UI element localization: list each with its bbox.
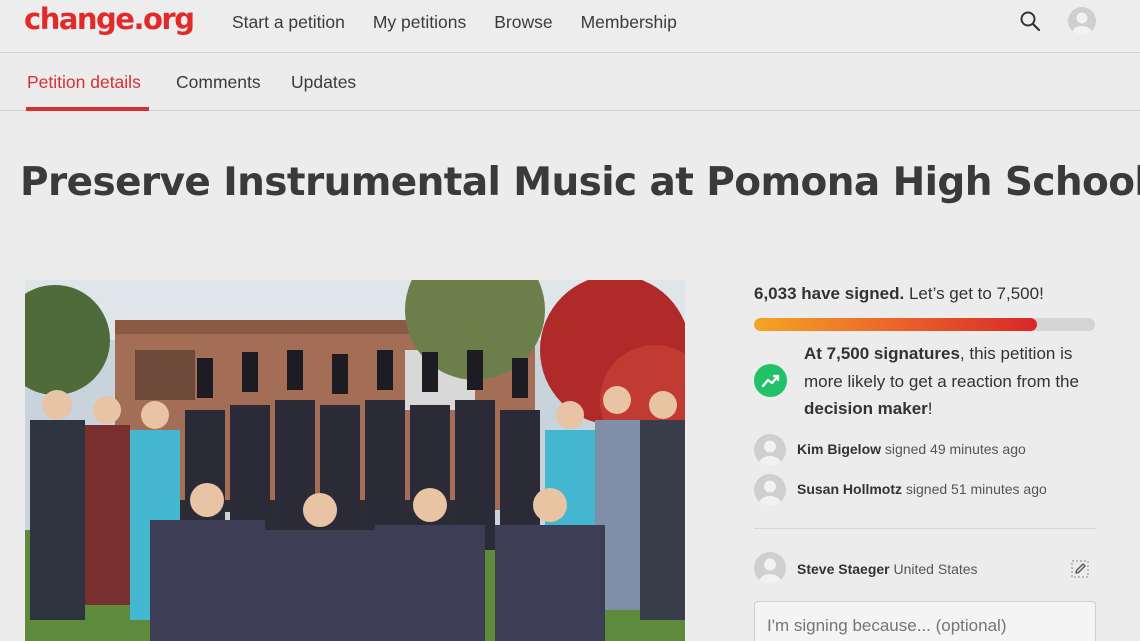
recent-signer: Susan Hollmotz signed 51 minutes ago — [754, 474, 1096, 506]
user-name: Steve Staeger — [797, 561, 890, 577]
signer-time: signed 49 minutes ago — [881, 441, 1026, 457]
petition-title: Preserve Instrumental Music at Pomona Hi… — [20, 160, 1140, 205]
user-avatar-icon[interactable] — [1068, 7, 1096, 35]
recent-signer-text: Susan Hollmotz signed 51 minutes ago — [797, 481, 1047, 497]
tab-petition-details[interactable]: Petition details — [27, 72, 141, 93]
goal-strong: At 7,500 signatures — [804, 344, 960, 363]
signature-progress-bar — [754, 318, 1095, 331]
main-nav: Start a petition My petitions Browse Mem… — [232, 12, 705, 33]
tab-updates[interactable]: Updates — [291, 72, 356, 93]
change-org-logo[interactable]: change.org — [24, 2, 195, 36]
signature-goal: Let’s get to 7,500! — [904, 284, 1044, 303]
current-user-text: Steve Staeger United States — [797, 561, 978, 577]
nav-membership[interactable]: Membership — [581, 12, 677, 33]
goal-message: At 7,500 signatures, this petition is mo… — [804, 340, 1104, 423]
petition-photo — [25, 280, 685, 641]
current-user-row: Steve Staeger United States — [754, 552, 1096, 584]
user-avatar-icon — [754, 434, 786, 466]
tab-comments[interactable]: Comments — [176, 72, 261, 93]
signed-count: 6,033 have signed. — [754, 284, 905, 303]
top-navigation: change.org Start a petition My petitions… — [0, 0, 1140, 53]
nav-browse[interactable]: Browse — [494, 12, 552, 33]
user-avatar-icon — [754, 474, 786, 506]
nav-start-petition[interactable]: Start a petition — [232, 12, 345, 33]
signing-reason-input[interactable] — [754, 601, 1096, 641]
progress-fill — [754, 318, 1038, 331]
active-tab-indicator — [26, 107, 149, 111]
trending-up-icon — [754, 364, 787, 397]
signer-time: signed 51 minutes ago — [902, 481, 1047, 497]
goal-decision-maker: decision maker — [804, 399, 928, 418]
recent-signer: Kim Bigelow signed 49 minutes ago — [754, 434, 1096, 466]
signer-name: Kim Bigelow — [797, 441, 882, 457]
nav-my-petitions[interactable]: My petitions — [373, 12, 466, 33]
goal-end: ! — [927, 399, 933, 418]
signer-name: Susan Hollmotz — [797, 481, 903, 497]
signature-count: 6,033 have signed. Let’s get to 7,500! — [754, 284, 1044, 304]
search-icon[interactable] — [1019, 10, 1041, 32]
divider — [754, 528, 1096, 529]
user-country: United States — [889, 561, 978, 577]
petition-tabs: Petition details Comments Updates — [0, 54, 1140, 111]
edit-icon[interactable] — [1070, 559, 1090, 579]
user-avatar-icon — [754, 552, 786, 584]
recent-signer-text: Kim Bigelow signed 49 minutes ago — [797, 441, 1026, 457]
